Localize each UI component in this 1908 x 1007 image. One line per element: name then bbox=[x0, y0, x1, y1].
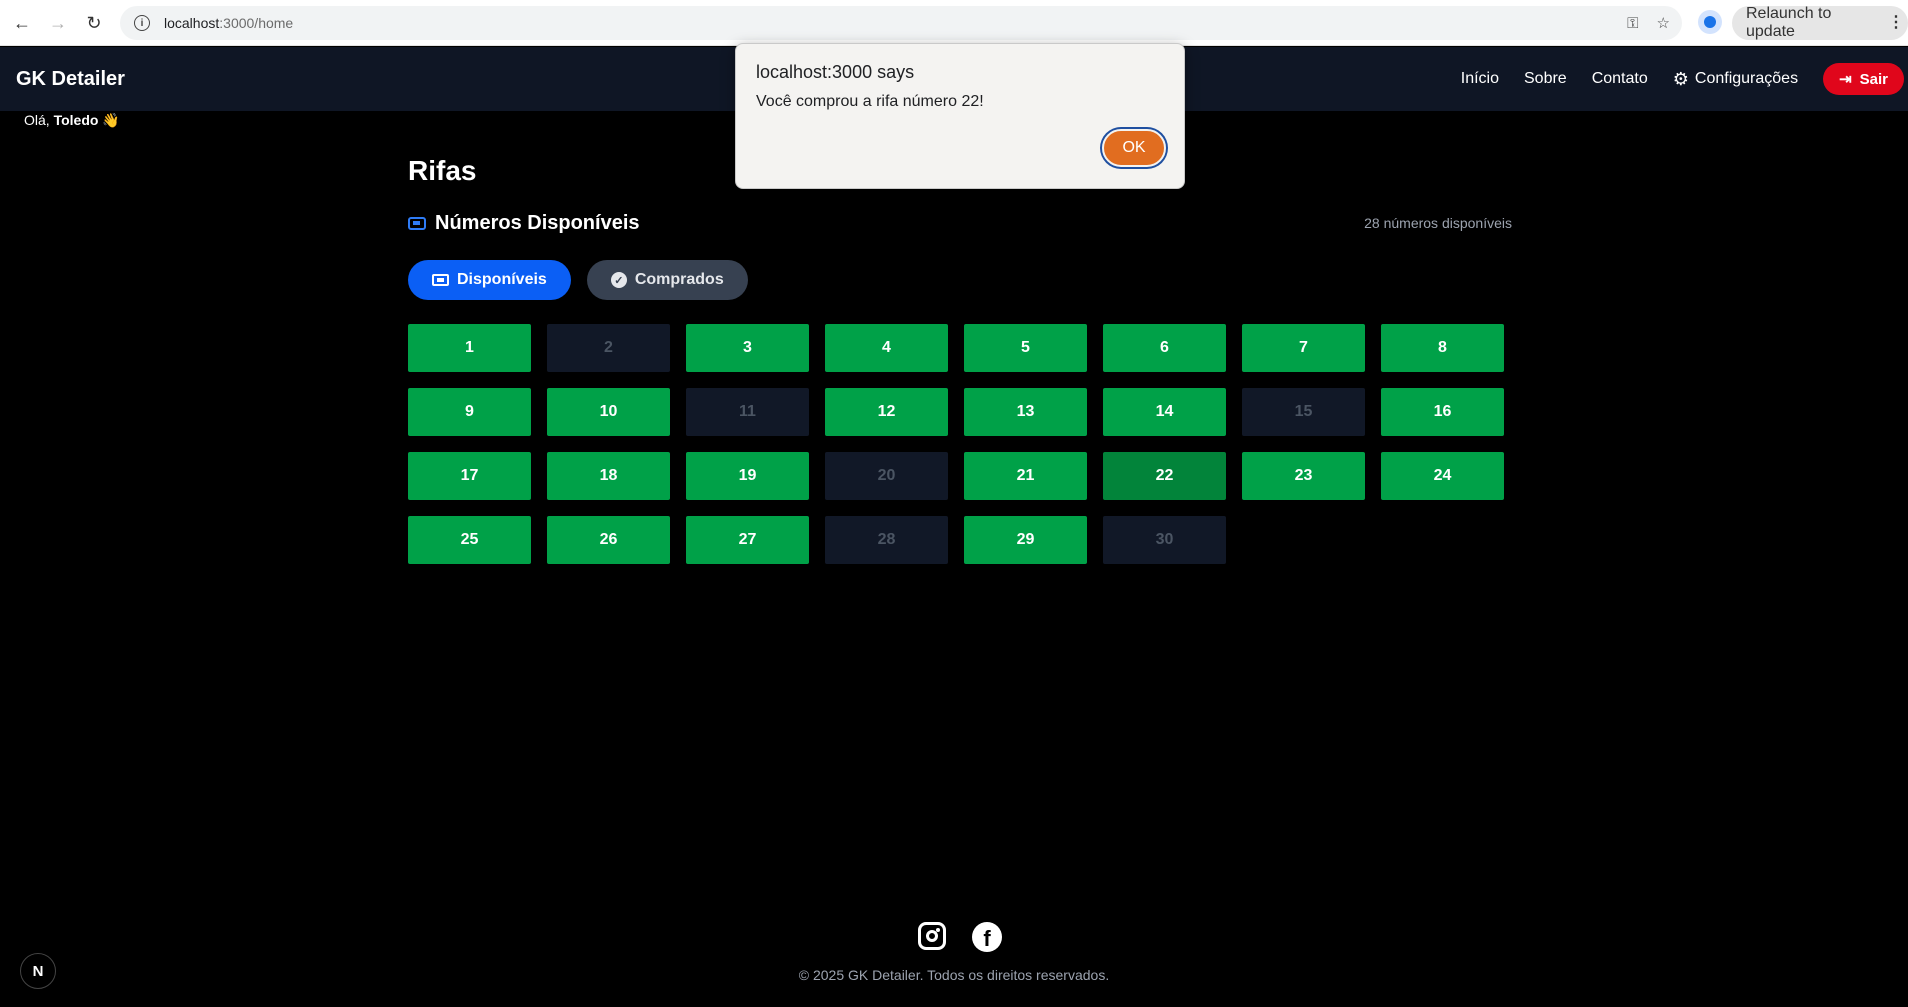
raffle-number-26[interactable]: 26 bbox=[547, 516, 670, 564]
available-count: 28 números disponíveis bbox=[1364, 215, 1512, 231]
ticket-icon bbox=[408, 216, 426, 230]
raffle-number-13[interactable]: 13 bbox=[964, 388, 1087, 436]
filter-tabs: Disponíveis ✓ Comprados bbox=[408, 260, 1512, 300]
section-title: Números Disponíveis bbox=[435, 211, 640, 234]
brand-logo[interactable]: GK Detailer bbox=[16, 68, 125, 91]
raffle-number-6[interactable]: 6 bbox=[1103, 324, 1226, 372]
profile-avatar-icon[interactable] bbox=[1698, 10, 1722, 34]
url-text[interactable]: localhost:3000/home bbox=[164, 15, 293, 31]
raffle-number-3[interactable]: 3 bbox=[686, 324, 809, 372]
browser-toolbar: ← → ↻ i localhost:3000/home ⚿ ☆ Relaunch… bbox=[0, 0, 1908, 46]
tab-comprados[interactable]: ✓ Comprados bbox=[586, 260, 748, 300]
raffle-number-8[interactable]: 8 bbox=[1381, 324, 1504, 372]
social-links: f bbox=[918, 922, 1002, 952]
logout-icon: ⇥ bbox=[1839, 71, 1852, 88]
raffle-number-10[interactable]: 10 bbox=[547, 388, 670, 436]
raffle-number-20: 20 bbox=[825, 452, 948, 500]
raffle-number-30: 30 bbox=[1103, 516, 1226, 564]
raffle-number-22[interactable]: 22 bbox=[1103, 452, 1226, 500]
nextjs-dev-badge[interactable]: N bbox=[20, 953, 56, 989]
browser-menu-icon[interactable]: ⋮ bbox=[1888, 12, 1904, 32]
bookmark-star-icon[interactable]: ☆ bbox=[1657, 14, 1670, 32]
check-circle-icon: ✓ bbox=[610, 272, 627, 288]
raffle-number-18[interactable]: 18 bbox=[547, 452, 670, 500]
raffle-number-19[interactable]: 19 bbox=[686, 452, 809, 500]
raffle-number-1[interactable]: 1 bbox=[408, 324, 531, 372]
raffle-number-28: 28 bbox=[825, 516, 948, 564]
greeting: Olá, Toledo 👋 bbox=[24, 112, 120, 128]
reload-icon[interactable]: ↻ bbox=[76, 5, 112, 41]
raffle-number-11: 11 bbox=[686, 388, 809, 436]
alert-dialog: localhost:3000 says Você comprou a rifa … bbox=[735, 43, 1185, 189]
raffle-number-4[interactable]: 4 bbox=[825, 324, 948, 372]
copyright: © 2025 GK Detailer. Todos os direitos re… bbox=[798, 967, 1110, 983]
raffle-number-2: 2 bbox=[547, 324, 670, 372]
raffle-number-29[interactable]: 29 bbox=[964, 516, 1087, 564]
ticket-icon bbox=[432, 274, 449, 286]
dialog-message: Você comprou a rifa número 22! bbox=[756, 93, 984, 110]
raffle-number-23[interactable]: 23 bbox=[1242, 452, 1365, 500]
nav-inicio[interactable]: Início bbox=[1461, 70, 1499, 88]
nav-contato[interactable]: Contato bbox=[1592, 70, 1648, 88]
raffle-number-21[interactable]: 21 bbox=[964, 452, 1087, 500]
raffle-number-25[interactable]: 25 bbox=[408, 516, 531, 564]
raffle-number-16[interactable]: 16 bbox=[1381, 388, 1504, 436]
raffle-number-27[interactable]: 27 bbox=[686, 516, 809, 564]
raffle-number-5[interactable]: 5 bbox=[964, 324, 1087, 372]
raffle-number-9[interactable]: 9 bbox=[408, 388, 531, 436]
address-bar[interactable]: i localhost:3000/home ⚿ ☆ bbox=[120, 6, 1682, 40]
instagram-icon[interactable] bbox=[918, 922, 946, 950]
raffle-number-7[interactable]: 7 bbox=[1242, 324, 1365, 372]
site-info-icon[interactable]: i bbox=[134, 15, 150, 31]
nav-sobre[interactable]: Sobre bbox=[1524, 70, 1567, 88]
password-key-icon[interactable]: ⚿ bbox=[1627, 15, 1638, 32]
raffle-number-24[interactable]: 24 bbox=[1381, 452, 1504, 500]
numbers-grid: 1 2 3 4 5 6 7 8 9 10 11 12 13 14 15 16 17 18 19 20 21 22 23 24 2… bbox=[408, 324, 1512, 564]
main-nav: Início Sobre Contato ⚙ Configurações ⇥ Sai… bbox=[1461, 47, 1908, 111]
main-content: Rifas Números Disponíveis 28 números dis… bbox=[408, 155, 1512, 564]
gear-icon: ⚙ bbox=[1672, 68, 1689, 89]
back-icon[interactable]: ← bbox=[4, 5, 40, 41]
raffle-number-12[interactable]: 12 bbox=[825, 388, 948, 436]
facebook-icon[interactable]: f bbox=[972, 922, 1002, 952]
dialog-title: localhost:3000 says bbox=[756, 62, 915, 82]
logout-button[interactable]: ⇥ Sair bbox=[1823, 63, 1904, 95]
relaunch-button[interactable]: Relaunch to update bbox=[1732, 5, 1908, 40]
dialog-ok-button[interactable]: OK bbox=[1102, 129, 1166, 167]
forward-icon[interactable]: → bbox=[40, 5, 76, 41]
tab-disponiveis[interactable]: Disponíveis bbox=[408, 260, 571, 300]
nav-configuracoes[interactable]: ⚙ Configurações bbox=[1673, 69, 1798, 90]
section-header: Números Disponíveis 28 números disponíve… bbox=[408, 209, 1512, 237]
raffle-number-14[interactable]: 14 bbox=[1103, 388, 1226, 436]
raffle-number-17[interactable]: 17 bbox=[408, 452, 531, 500]
raffle-number-15: 15 bbox=[1242, 388, 1365, 436]
